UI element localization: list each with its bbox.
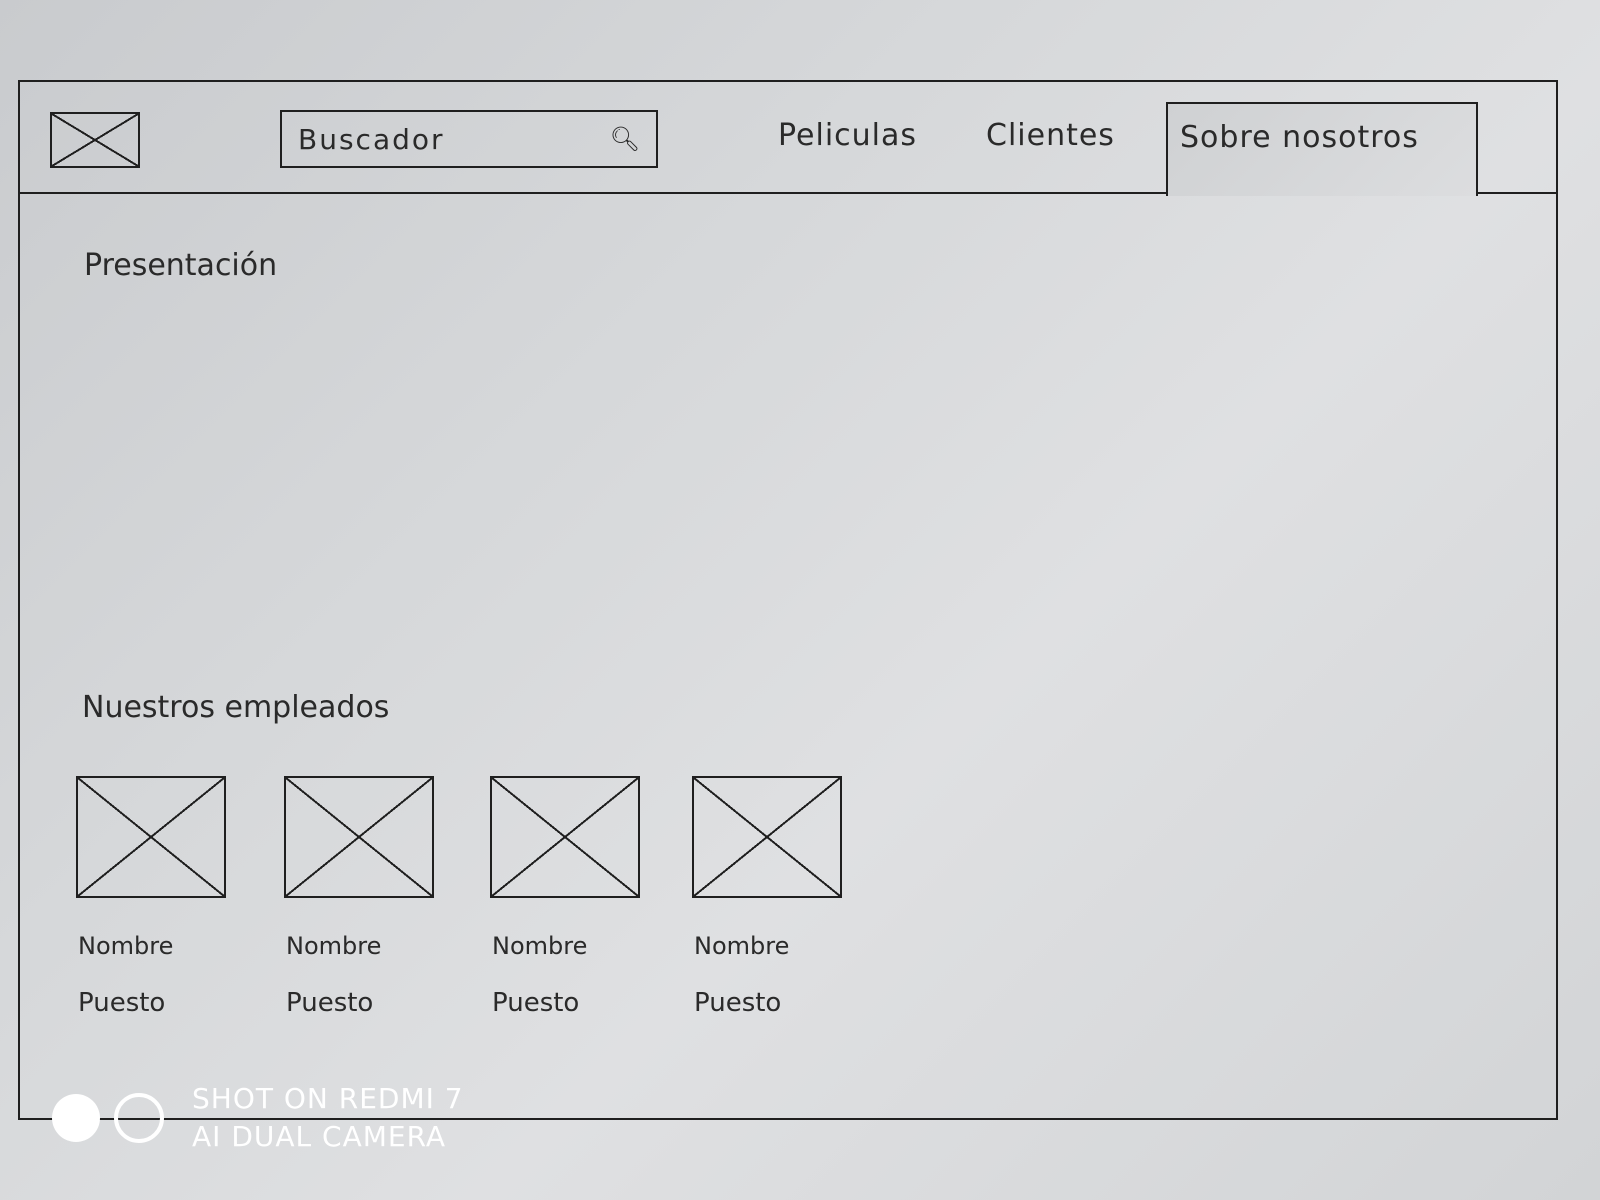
- employee-name: Nombre: [492, 932, 588, 960]
- hollow-circle-icon: [114, 1093, 164, 1143]
- nav-item-label: Sobre nosotros: [1180, 120, 1419, 155]
- watermark-line-2: AI DUAL CAMERA: [192, 1120, 447, 1153]
- employee-photo: [76, 776, 226, 898]
- employee-role: Puesto: [78, 988, 166, 1018]
- employee-card[interactable]: Nombre Puesto: [692, 776, 842, 1018]
- nav-item-sobre-nosotros[interactable]: Sobre nosotros: [1166, 102, 1478, 196]
- page-frame: [18, 80, 1558, 1120]
- employees-heading: Nuestros empleados: [82, 690, 390, 725]
- presentation-heading: Presentación: [84, 248, 278, 283]
- employee-photo: [284, 776, 434, 898]
- employee-card[interactable]: Nombre Puesto: [284, 776, 434, 1018]
- watermark-text: SHOT ON REDMI 7 AI DUAL CAMERA: [192, 1080, 464, 1156]
- camera-watermark: SHOT ON REDMI 7 AI DUAL CAMERA: [52, 1080, 464, 1156]
- employee-photo: [692, 776, 842, 898]
- search-box[interactable]: Buscador 🔍︎: [280, 110, 658, 168]
- image-placeholder-icon: [490, 776, 640, 898]
- employee-photo: [490, 776, 640, 898]
- employee-role: Puesto: [492, 988, 580, 1018]
- image-placeholder-icon: [76, 776, 226, 898]
- employee-card[interactable]: Nombre Puesto: [76, 776, 226, 1018]
- employee-role: Puesto: [286, 988, 374, 1018]
- search-icon[interactable]: 🔍︎: [610, 125, 640, 153]
- employee-role: Puesto: [694, 988, 782, 1018]
- image-placeholder-icon: [692, 776, 842, 898]
- employee-name: Nombre: [78, 932, 174, 960]
- filled-circle-icon: [52, 1094, 100, 1142]
- image-placeholder-icon: [284, 776, 434, 898]
- watermark-line-1: SHOT ON REDMI 7: [192, 1082, 464, 1115]
- logo-placeholder[interactable]: [50, 112, 140, 168]
- search-input[interactable]: Buscador: [298, 123, 445, 156]
- nav-item-peliculas[interactable]: Peliculas: [778, 118, 917, 153]
- employee-name: Nombre: [694, 932, 790, 960]
- employee-card[interactable]: Nombre Puesto: [490, 776, 640, 1018]
- nav-item-clientes[interactable]: Clientes: [986, 118, 1115, 153]
- employee-name: Nombre: [286, 932, 382, 960]
- wireframe-sketch: Buscador 🔍︎ Peliculas Clientes Sobre nos…: [0, 0, 1600, 1200]
